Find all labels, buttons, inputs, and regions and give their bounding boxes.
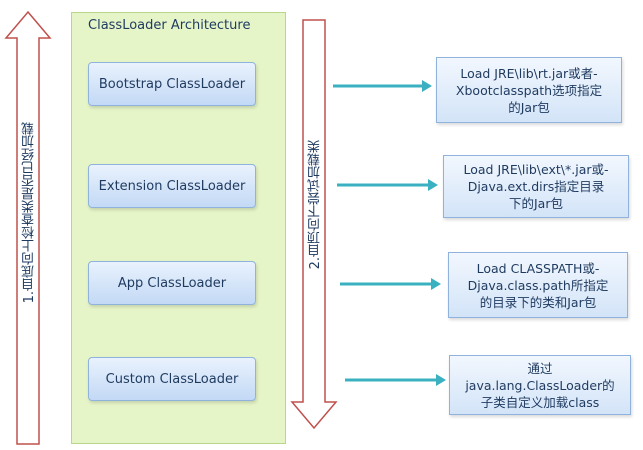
middle-arrow-label: 2.自顶向下尝试加载类 bbox=[308, 140, 323, 270]
architecture-title: ClassLoader Architecture bbox=[88, 18, 251, 33]
connector-arrow-2 bbox=[337, 179, 438, 191]
bootstrap-classloader-box: Bootstrap ClassLoader bbox=[88, 62, 256, 106]
note-custom: 通过 java.lang.ClassLoader的 子类自定义加载class bbox=[449, 355, 631, 415]
left-arrow-label: 1.自底向上检查类是否已经加载 bbox=[22, 122, 37, 304]
note-extension: Load JRE\lib\ext\*.jar或- Djava.ext.dirs指… bbox=[443, 155, 629, 218]
note-app: Load CLASSPATH或- Djava.class.path所指定 的目录… bbox=[448, 252, 628, 318]
connector-arrow-1 bbox=[333, 80, 432, 92]
extension-classloader-box: Extension ClassLoader bbox=[88, 164, 256, 208]
connector-arrow-3 bbox=[340, 278, 441, 290]
app-classloader-box: App ClassLoader bbox=[88, 261, 256, 305]
note-bootstrap: Load JRE\lib\rt.jar或者- Xbootclasspath选项指… bbox=[436, 57, 622, 123]
custom-classloader-box: Custom ClassLoader bbox=[88, 357, 256, 401]
connector-arrow-4 bbox=[345, 374, 446, 386]
